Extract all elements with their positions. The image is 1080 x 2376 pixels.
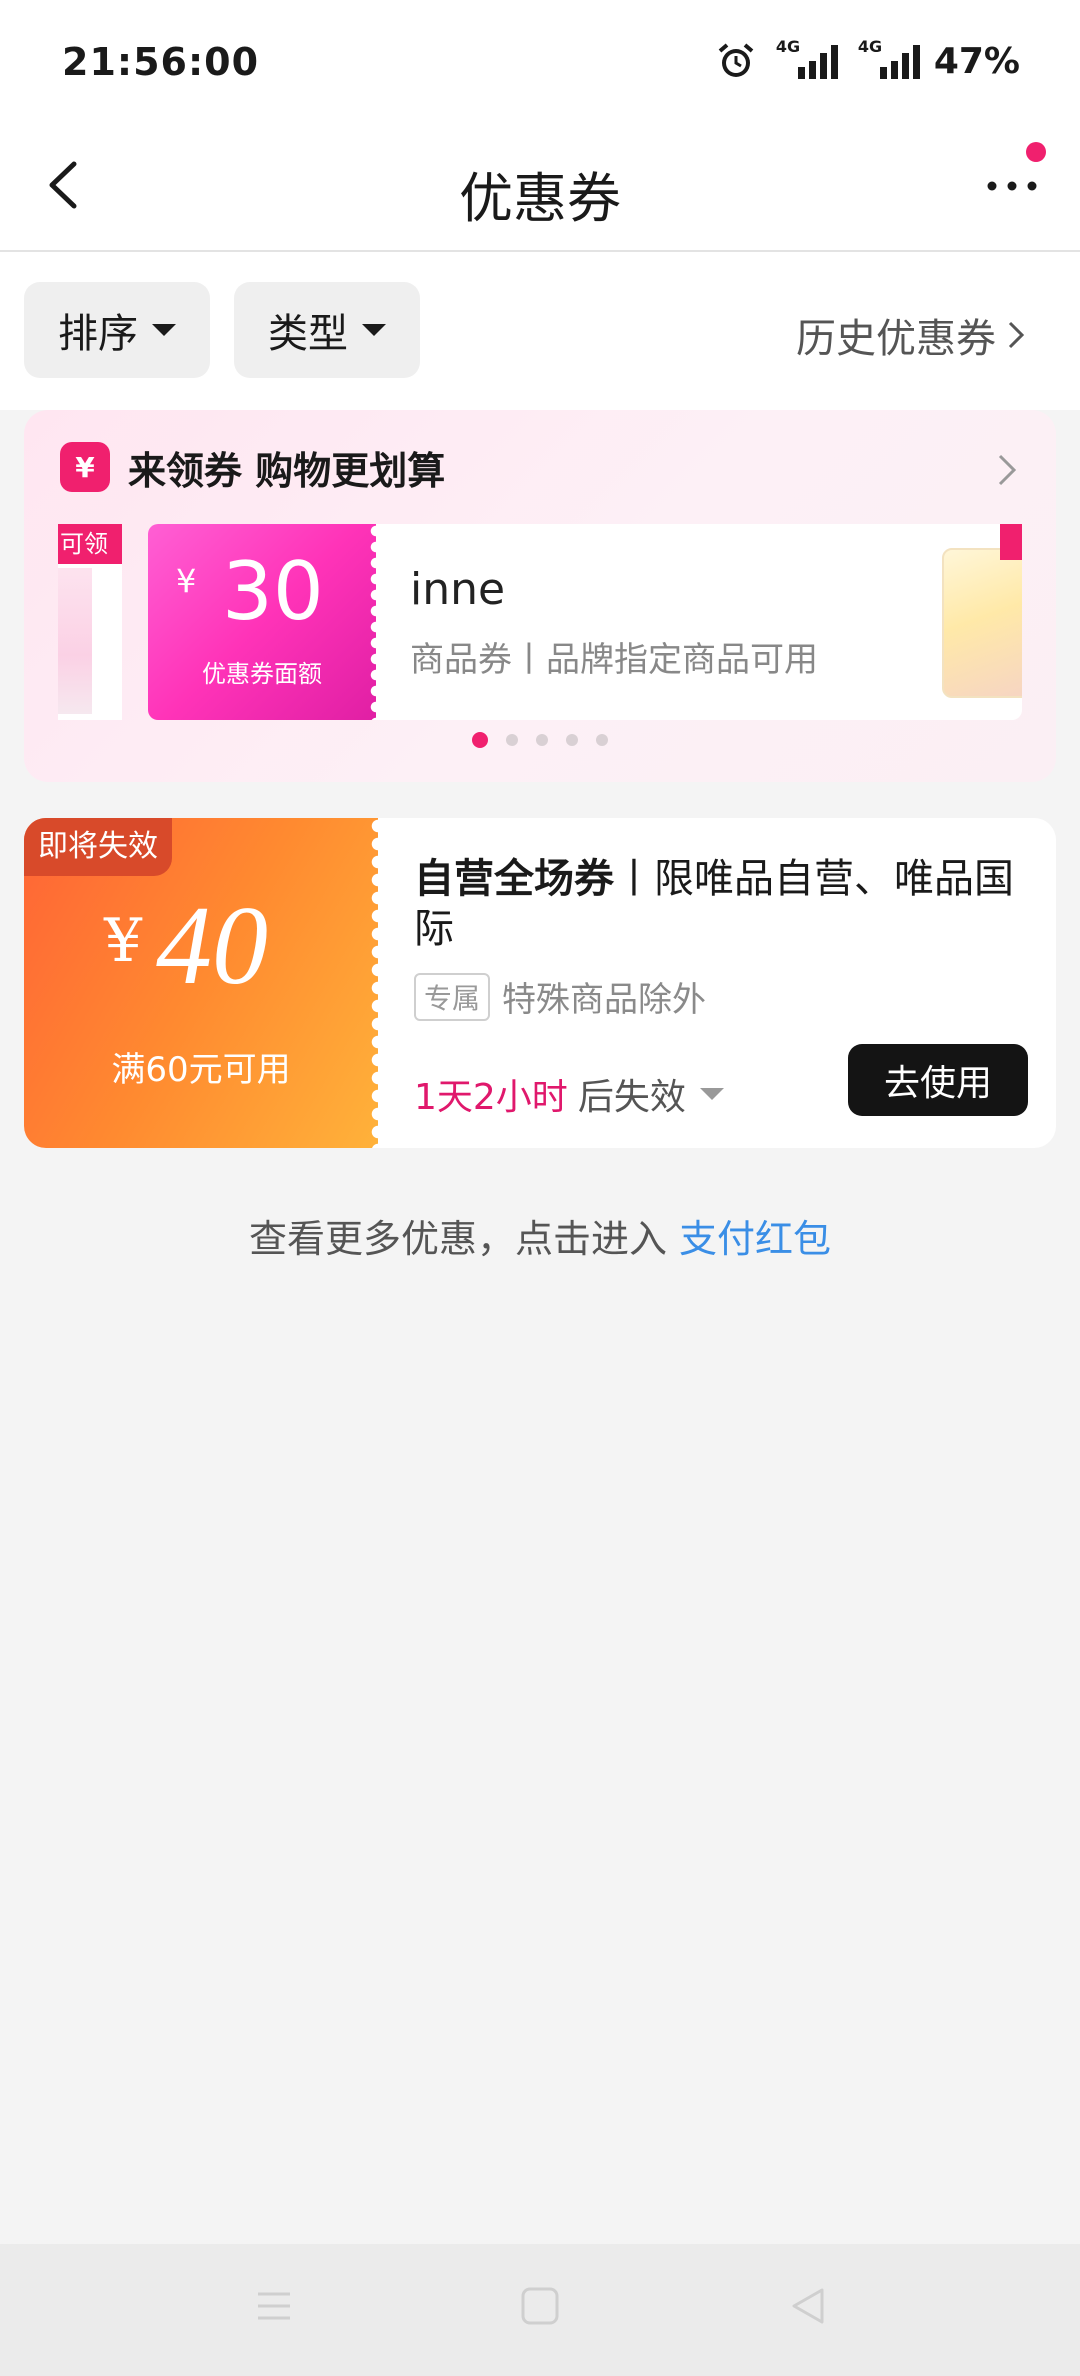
network-type-1: 4G: [775, 37, 801, 56]
chevron-right-icon: [1008, 321, 1025, 349]
scope-text: 特殊商品除外: [502, 980, 707, 1020]
product-thumbnail: [942, 548, 1022, 698]
carousel-prev-slide[interactable]: 可领: [58, 524, 122, 720]
sort-label: 排序: [58, 311, 138, 357]
history-coupons-link[interactable]: 历史优惠券: [796, 306, 1028, 364]
product-thumbnail: [58, 568, 92, 714]
type-label: 类型: [268, 311, 348, 357]
filter-bar: 排序 类型 历史优惠券: [0, 252, 1080, 410]
red-packet-link[interactable]: 支付红包: [679, 1217, 831, 1261]
promo-carousel[interactable]: 可领 ¥ 30 优惠券面额 inne 商品券丨品牌指定商品可用: [58, 524, 1022, 720]
next-slide-tag: [1000, 524, 1022, 560]
status-bar: 21:56:00 4G 4G 47%: [0, 0, 1080, 120]
more-offers-text: 查看更多优惠，点击进入: [248, 1217, 680, 1261]
indicator-dot-active: [472, 732, 488, 748]
history-label: 历史优惠券: [796, 316, 996, 362]
carousel-indicator: [24, 732, 1056, 748]
caret-down-icon: [699, 1088, 724, 1100]
coupon-name: 自营全场券丨限唯品自营、唯品国际: [414, 854, 1024, 954]
nav-bar: 优惠券: [0, 120, 1080, 252]
promo-title: 来领券 购物更划算: [128, 448, 446, 493]
type-dropdown[interactable]: 类型: [234, 282, 420, 378]
perforation: [369, 524, 383, 720]
expire-suffix: 后失效: [577, 1077, 686, 1118]
more-dots-icon: [987, 181, 1037, 191]
menu-icon[interactable]: [252, 2284, 296, 2328]
caret-down-icon: [152, 324, 176, 336]
use-coupon-button[interactable]: 去使用: [848, 1044, 1028, 1116]
signal-icon-1: 4G: [776, 37, 838, 79]
indicator-dot: [506, 734, 518, 746]
signal-icon-2: 4G: [858, 37, 920, 79]
battery-level: 47%: [933, 40, 1020, 82]
coupon-scope: 专属 特殊商品除外: [414, 972, 1024, 1021]
expiry-toggle[interactable]: 1天2小时 后失效: [414, 1068, 724, 1120]
coupon-name-bold: 自营全场券: [414, 856, 614, 902]
back-nav-icon[interactable]: [786, 2284, 830, 2328]
carousel-slide[interactable]: ¥ 30 优惠券面额 inne 商品券丨品牌指定商品可用: [148, 524, 1022, 720]
expire-time: 1天2小时: [414, 1077, 568, 1118]
yen-badge-icon: ¥: [60, 442, 110, 492]
slide-amount-caption: 优惠券面额: [202, 660, 322, 688]
coupon-card[interactable]: 即将失效 ¥ 40 满60元可用 自营全场券丨限唯品自营、唯品国际 专属 特殊商…: [24, 818, 1056, 1148]
perforation: [370, 818, 386, 1148]
page: 21:56:00 4G 4G 47% 优惠券 排序 类型 历史优惠券 ¥ 来领券…: [0, 0, 1080, 2376]
indicator-dot: [536, 734, 548, 746]
more-button[interactable]: [972, 156, 1052, 216]
page-title: 优惠券: [459, 167, 621, 230]
chevron-right-icon[interactable]: [992, 448, 1020, 492]
caret-down-icon: [362, 324, 386, 336]
slide-amount: 30: [222, 545, 324, 638]
coupon-currency: ¥: [104, 906, 143, 976]
home-icon[interactable]: [518, 2284, 562, 2328]
promo-header: ¥ 来领券 购物更划算: [60, 440, 445, 494]
coupon-threshold: 满60元可用: [111, 1050, 291, 1090]
slide-currency: ¥: [176, 562, 197, 600]
expiring-badge: 即将失效: [24, 818, 172, 876]
coupon-details: 自营全场券丨限唯品自营、唯品国际 专属 特殊商品除外: [414, 854, 1024, 1021]
coupon-promo-card[interactable]: ¥ 来领券 购物更划算 可领 ¥ 30 优惠券面额 inne 商品券丨品牌指定商…: [24, 410, 1056, 782]
notification-dot: [1026, 142, 1046, 162]
slide-coupon-value: ¥ 30 优惠券面额: [148, 524, 383, 720]
claimable-ribbon: 可领: [58, 524, 122, 564]
sort-dropdown[interactable]: 排序: [24, 282, 210, 378]
indicator-dot: [596, 734, 608, 746]
coupon-value-panel: 即将失效 ¥ 40 满60元可用: [24, 818, 386, 1148]
alarm-icon: [718, 43, 754, 77]
slide-description: 商品券丨品牌指定商品可用: [410, 640, 818, 680]
indicator-dot: [566, 734, 578, 746]
status-time: 21:56:00: [62, 40, 260, 84]
slide-brand-name: inne: [410, 564, 506, 615]
exclusive-tag: 专属: [414, 972, 491, 1021]
status-icons: 4G 4G 47%: [716, 37, 1020, 84]
network-type-2: 4G: [857, 37, 883, 56]
more-offers-hint: 查看更多优惠，点击进入 支付红包: [0, 1208, 1080, 1263]
coupon-amount: 40: [156, 884, 268, 1008]
system-nav-bar: [0, 2244, 1080, 2376]
